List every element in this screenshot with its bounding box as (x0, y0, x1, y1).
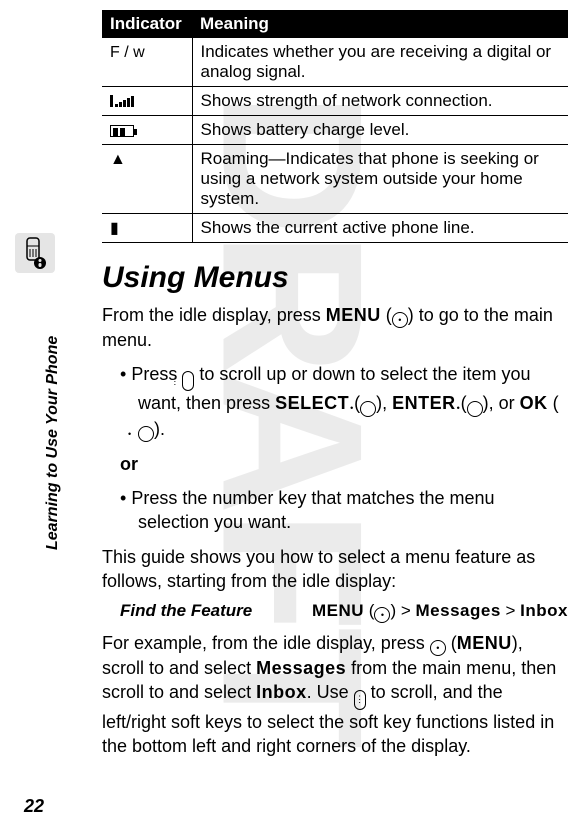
meaning-cell: Shows the current active phone line. (192, 214, 568, 243)
intro-paragraph: From the idle display, press MENU (•) to… (102, 303, 568, 352)
scroll-key-icon: ⋮ (182, 371, 194, 391)
list-item: Press the number key that matches the me… (120, 486, 568, 535)
battery-icon (110, 125, 134, 137)
find-feature-label: Find the Feature (102, 601, 252, 621)
center-key-icon: • (138, 426, 154, 442)
signal-strength-icon (110, 95, 134, 107)
meaning-cell: Roaming—Indicates that phone is seeking … (192, 145, 568, 214)
guide-paragraph: This guide shows you how to select a men… (102, 545, 568, 594)
table-header-meaning: Meaning (192, 10, 568, 38)
active-line-icon: ▮ (110, 220, 119, 237)
table-row: Shows strength of network connection. (102, 87, 568, 116)
meaning-cell: Shows strength of network connection. (192, 87, 568, 116)
digital-analog-icon: F / w (110, 44, 145, 61)
indicator-table: Indicator Meaning F / w Indicates whethe… (102, 10, 568, 243)
meaning-cell: Indicates whether you are receiving a di… (192, 38, 568, 87)
table-row: ▮ Shows the current active phone line. (102, 214, 568, 243)
section-label: Learning to Use Your Phone (44, 336, 62, 550)
table-row: F / w Indicates whether you are receivin… (102, 38, 568, 87)
example-paragraph: For example, from the idle display, pres… (102, 631, 568, 758)
phone-info-icon (15, 233, 55, 273)
table-row: ▲ Roaming—Indicates that phone is seekin… (102, 145, 568, 214)
feature-path: MENU (•) > Messages > Inbox (268, 601, 568, 623)
center-key-icon: • (392, 312, 408, 328)
center-key-icon: • (374, 607, 390, 623)
center-key-icon: • (360, 401, 376, 417)
meaning-cell: Shows battery charge level. (192, 116, 568, 145)
roaming-icon: ▲ (110, 151, 126, 168)
page-number: 22 (24, 796, 44, 817)
center-key-icon: • (430, 640, 446, 656)
center-key-icon: • (467, 401, 483, 417)
list-item: Press ⋮ to scroll up or down to select t… (120, 362, 568, 441)
scroll-key-icon: ⋮ (354, 690, 366, 710)
table-row: Shows battery charge level. (102, 116, 568, 145)
section-heading: Using Menus (102, 261, 568, 295)
table-header-indicator: Indicator (102, 10, 192, 38)
list-or: or (120, 452, 568, 476)
